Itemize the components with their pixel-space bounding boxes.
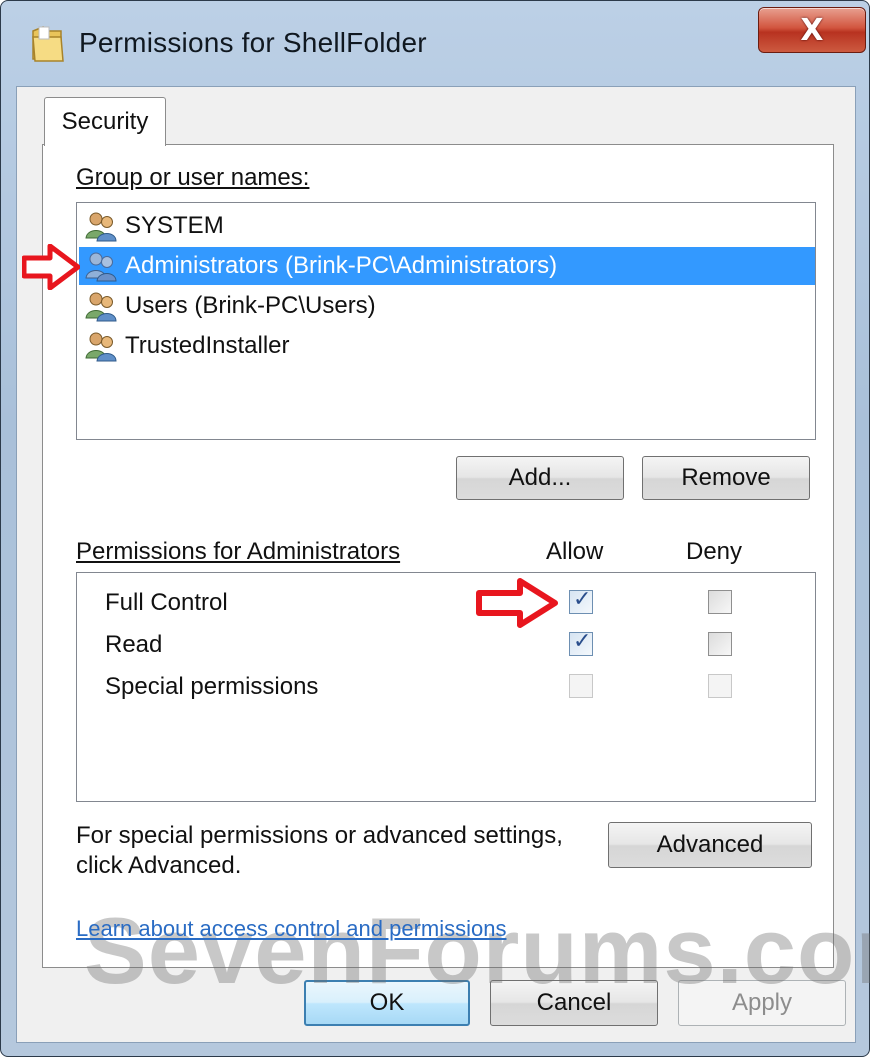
advanced-hint-line2: click Advanced. bbox=[76, 852, 242, 879]
annotation-arrow-icon bbox=[22, 244, 80, 290]
list-item-system[interactable]: SYSTEM bbox=[85, 207, 224, 245]
permissions-label-text: Permissions for Administrators bbox=[76, 538, 401, 565]
list-item-label: TrustedInstaller bbox=[125, 332, 290, 359]
deny-read-checkbox[interactable] bbox=[708, 632, 732, 656]
users-icon bbox=[85, 252, 117, 282]
permissions-list: Full Control Read Special permissions bbox=[76, 572, 816, 802]
allow-header: Allow bbox=[546, 538, 604, 565]
permissions-label: Permissions for Administrators bbox=[76, 538, 400, 566]
window-title: Permissions for ShellFolder bbox=[79, 27, 427, 58]
perm-label-special: Special permissions bbox=[105, 673, 319, 700]
perm-label-read: Read bbox=[105, 631, 163, 658]
folder-icon bbox=[32, 26, 64, 62]
allow-special-checkbox bbox=[569, 674, 593, 698]
close-icon: X bbox=[800, 12, 824, 48]
watermark-text: SevenForums.com bbox=[84, 898, 870, 1003]
group-user-list[interactable]: SYSTEM Administrators (Brink-PC\Administ… bbox=[76, 202, 816, 440]
perm-label-full-control: Full Control bbox=[105, 589, 228, 616]
close-button[interactable]: X bbox=[758, 7, 866, 53]
group-names-label: Group or user names: bbox=[76, 164, 309, 192]
group-names-label-text: Group or user names: bbox=[76, 164, 310, 191]
add-button[interactable]: Add... bbox=[456, 456, 624, 500]
users-icon bbox=[85, 212, 117, 242]
list-item-trustedinstaller[interactable]: TrustedInstaller bbox=[85, 327, 290, 365]
list-item-label: SYSTEM bbox=[125, 212, 224, 239]
advanced-button[interactable]: Advanced bbox=[608, 822, 812, 868]
learn-more-link[interactable]: Learn about access control and permissio… bbox=[76, 916, 506, 942]
allow-read-checkbox[interactable] bbox=[569, 629, 593, 656]
list-item-users[interactable]: Users (Brink-PC\Users) bbox=[85, 287, 376, 325]
tab-security[interactable]: Security bbox=[44, 97, 166, 146]
allow-full-control-checkbox[interactable] bbox=[569, 587, 593, 614]
list-item-label: Administrators (Brink-PC\Administrators) bbox=[125, 252, 558, 279]
users-icon bbox=[85, 292, 117, 322]
users-icon bbox=[85, 332, 117, 362]
list-item-administrators[interactable]: Administrators (Brink-PC\Administrators) bbox=[79, 247, 815, 285]
deny-full-control-checkbox[interactable] bbox=[708, 590, 732, 614]
list-item-label: Users (Brink-PC\Users) bbox=[125, 292, 376, 319]
annotation-arrow-icon bbox=[476, 578, 558, 628]
advanced-hint-line1: For special permissions or advanced sett… bbox=[76, 822, 563, 849]
deny-header: Deny bbox=[686, 538, 743, 565]
title-bar[interactable]: Permissions for ShellFolder X bbox=[1, 1, 869, 87]
deny-special-checkbox bbox=[708, 674, 732, 698]
remove-button[interactable]: Remove bbox=[642, 456, 810, 500]
